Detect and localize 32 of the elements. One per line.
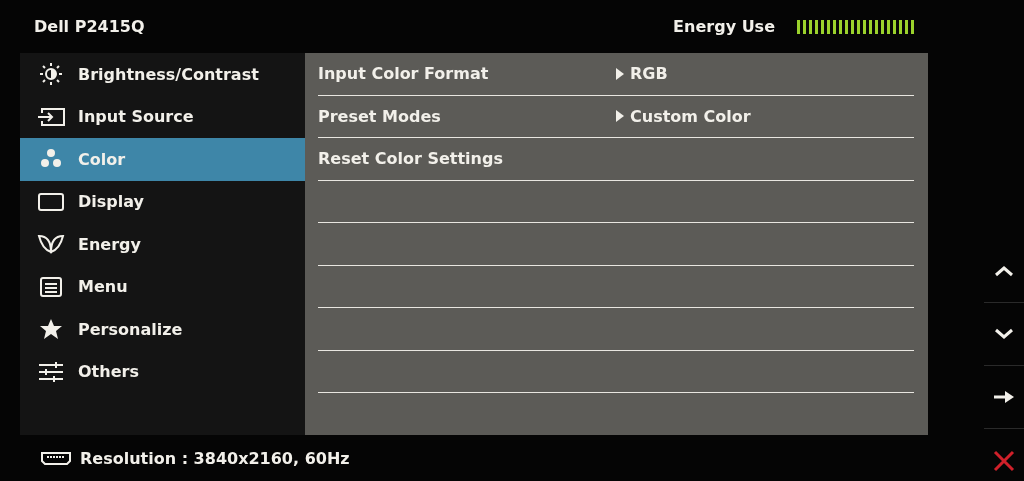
sidebar-item[interactable]: Menu — [20, 265, 305, 308]
resolution-text: Resolution : 3840x2160, 60Hz — [80, 448, 350, 468]
sidebar-item-label: Input Source — [78, 107, 194, 127]
setting-label[interactable]: Input Color Format — [318, 64, 616, 84]
triangle-icon — [616, 67, 624, 80]
sidebar-item[interactable]: Color — [20, 138, 305, 181]
sidebar-item[interactable]: Input Source — [20, 95, 305, 138]
setting-value: Custom Color — [630, 106, 751, 126]
sidebar-item[interactable]: Personalize — [20, 308, 305, 351]
sliders-icon — [36, 359, 66, 384]
setting-value: RGB — [630, 64, 668, 84]
sidebar-item-label: Menu — [78, 277, 128, 297]
energy-use-label: Energy Use — [673, 17, 775, 36]
monitor-model-title: Dell P2415Q — [34, 17, 146, 36]
sidebar-item-label: Others — [78, 362, 139, 382]
sidebar-item-label: Display — [78, 192, 144, 212]
sidebar-item-label: Energy — [78, 234, 141, 254]
sidebar-item[interactable]: Energy — [20, 223, 305, 266]
up-chevron-icon — [994, 265, 1014, 277]
setting-label[interactable]: Preset Modes — [318, 106, 616, 126]
sidebar-item-label: Brightness/Contrast — [78, 64, 259, 84]
sidebar-item[interactable]: Display — [20, 180, 305, 223]
sidebar-item[interactable]: Others — [20, 350, 305, 393]
down-chevron-icon — [994, 328, 1014, 340]
sidebar-item-label: Personalize — [78, 319, 183, 339]
right-arrow-icon — [993, 390, 1015, 404]
sidebar-item[interactable]: Brightness/Contrast — [20, 53, 305, 96]
close-icon — [993, 449, 1015, 472]
setting-label[interactable]: Reset Color Settings — [318, 149, 616, 169]
triangle-icon — [616, 110, 624, 123]
sidebar-item-label: Color — [78, 149, 126, 169]
connector-icon — [40, 451, 72, 465]
